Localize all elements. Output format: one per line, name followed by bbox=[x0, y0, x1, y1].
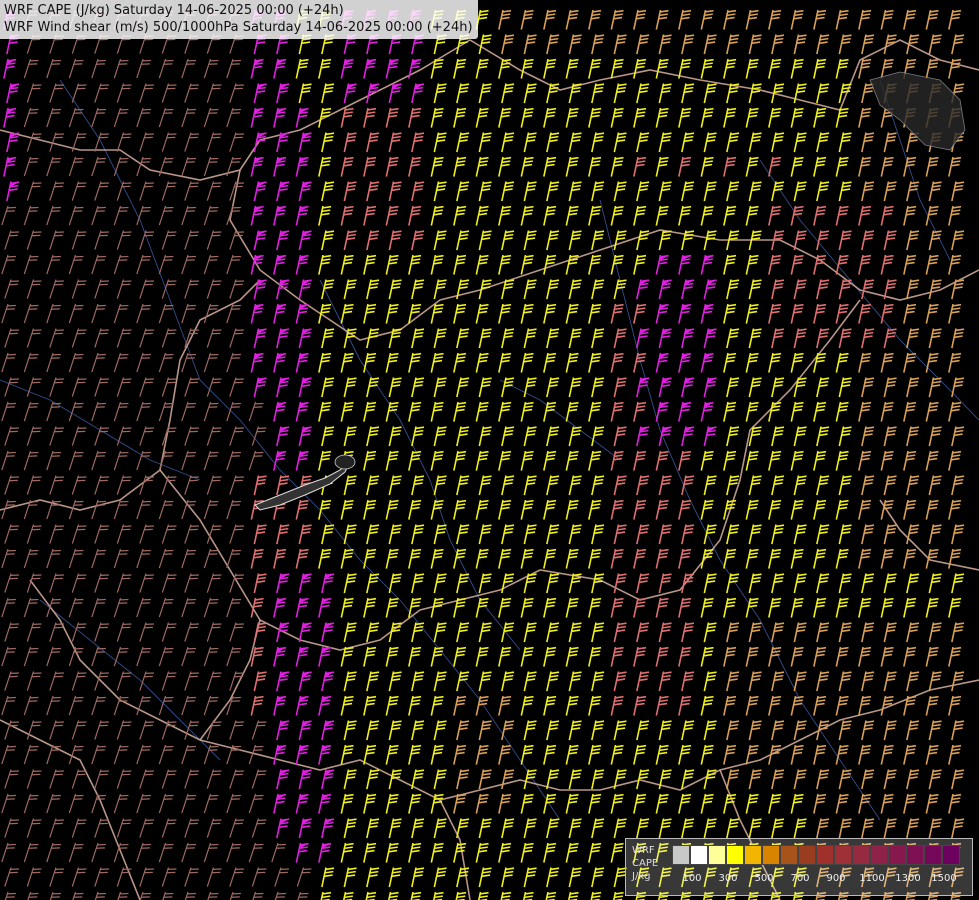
legend-swatch bbox=[888, 845, 906, 865]
legend-swatch bbox=[870, 845, 888, 865]
legend-tick: 500 bbox=[754, 873, 774, 884]
legend-tick: 1500 bbox=[931, 873, 957, 884]
legend-tick: 700 bbox=[790, 873, 810, 884]
shear-title: WRF Wind shear (m/s) 500/1000hPa Saturda… bbox=[4, 20, 473, 35]
legend-swatch bbox=[906, 845, 924, 865]
legend-labels: WRF CAPE J/kg bbox=[632, 844, 658, 883]
legend-color-bar bbox=[672, 845, 960, 865]
legend-swatch bbox=[708, 845, 726, 865]
legend-swatch bbox=[816, 845, 834, 865]
legend-swatch bbox=[690, 845, 708, 865]
legend-swatch bbox=[762, 845, 780, 865]
legend-tick: 100 bbox=[682, 873, 702, 884]
legend-swatch bbox=[744, 845, 762, 865]
legend-tick: 1300 bbox=[895, 873, 921, 884]
legend-swatch bbox=[924, 845, 942, 865]
lake bbox=[334, 454, 356, 470]
legend-swatch bbox=[942, 845, 960, 865]
legend-unit-label: J/kg bbox=[632, 871, 651, 882]
legend-tick: 1100 bbox=[859, 873, 885, 884]
cape-legend: WRF CAPE J/kg 100 300 500 700 900 1100 1300 150… bbox=[625, 838, 973, 896]
wind-shear-map bbox=[0, 0, 979, 900]
legend-swatch bbox=[726, 845, 744, 865]
legend-tick: 300 bbox=[718, 873, 738, 884]
legend-model-label: WRF bbox=[632, 845, 655, 856]
legend-swatch bbox=[780, 845, 798, 865]
map-title-box: WRF CAPE (J/kg) Saturday 14-06-2025 00:0… bbox=[0, 0, 478, 39]
legend-tick: 900 bbox=[826, 873, 846, 884]
legend-field-label: CAPE bbox=[632, 858, 659, 869]
legend-tick-labels: 100 300 500 700 900 1100 1300 1500 bbox=[672, 873, 972, 887]
legend-swatch bbox=[798, 845, 816, 865]
legend-swatch bbox=[852, 845, 870, 865]
cape-title: WRF CAPE (J/kg) Saturday 14-06-2025 00:0… bbox=[4, 3, 344, 18]
legend-swatch bbox=[834, 845, 852, 865]
legend-swatch bbox=[672, 845, 690, 865]
